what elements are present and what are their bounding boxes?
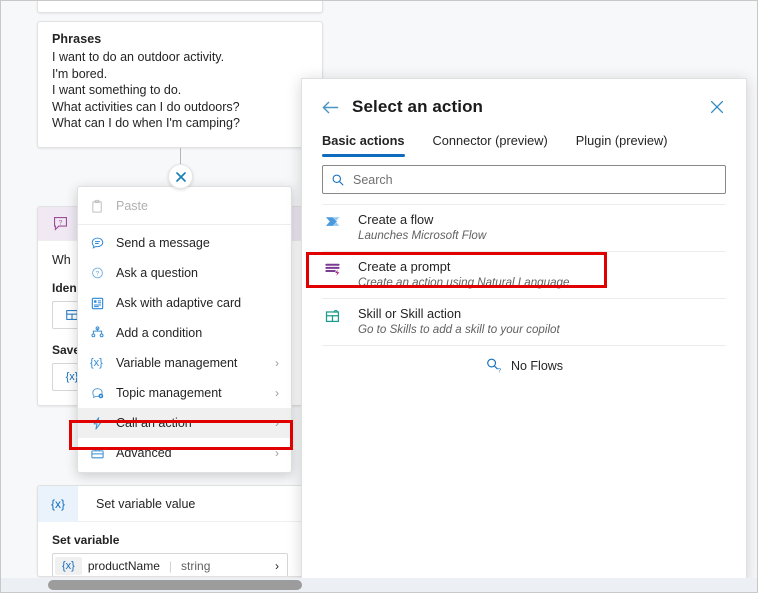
menu-item-label: Topic management [116,386,222,400]
tab-plugin-preview[interactable]: Plugin (preview) [576,133,668,157]
search-icon [331,173,345,187]
menu-item-label: Call an action [116,416,192,430]
panel-header: Select an action [302,79,746,119]
menu-item-advanced[interactable]: Advanced › [78,438,291,468]
phrase-line: What activities can I do outdoors? [52,99,240,114]
variable-selector-field[interactable]: {x} productName | string › [52,553,288,576]
menu-item-add-a-condition[interactable]: Add a condition [78,318,291,348]
field-divider: | [168,559,173,573]
menu-separator [78,224,291,225]
menu-item-label: Ask with adaptive card [116,296,242,310]
chevron-right-icon: › [275,386,279,400]
search-input[interactable] [345,171,717,188]
empty-state-no-flows: ? No Flows [322,345,726,374]
action-title: Skill or Skill action [358,306,462,321]
phrases-node-card[interactable]: Phrases I want to do an outdoor activity… [37,21,323,148]
empty-state-label: No Flows [510,358,564,373]
advanced-toolbox-icon [90,446,116,461]
menu-item-send-a-message[interactable]: Send a message [78,228,291,258]
page-title: Select an action [352,97,484,116]
variable-icon: {x} [55,557,82,575]
condition-branch-icon [90,325,116,341]
paste-icon [90,199,116,214]
chevron-right-icon: › [275,446,279,460]
phrase-line: I want something to do. [52,83,182,97]
edit-link-row[interactable]: Edit [38,0,322,1]
phrase-line: I want to do an outdoor activity. [52,50,225,64]
phrase-line: What can I do when I'm camping? [52,116,240,130]
chevron-right-icon: › [275,416,279,430]
call-action-icon [90,416,116,431]
svg-text:?: ? [96,270,100,277]
menu-item-topic-management[interactable]: Topic management › [78,378,291,408]
tab-label: Connector (preview) [432,133,548,148]
edit-link[interactable]: Edit [208,0,229,1]
back-button[interactable] [318,95,342,119]
tab-connector-preview[interactable]: Connector (preview) [433,133,548,157]
edit-pencil-icon [190,0,202,1]
menu-item-label: Advanced [116,446,172,460]
tab-basic-actions[interactable]: Basic actions [322,133,405,157]
search-area [302,157,746,194]
action-subtitle: Create an action using Natural Language [358,276,570,289]
svg-text:?: ? [58,219,62,226]
action-item-skill-or-skill-action[interactable]: Skill or Skill action Go to Skills to ad… [322,298,726,345]
menu-item-call-an-action[interactable]: Call an action › [78,408,291,438]
phrases-title: Phrases [52,32,102,46]
menu-item-paste[interactable]: Paste [78,191,291,221]
horizontal-scrollbar-track[interactable] [1,578,757,592]
menu-item-variable-management[interactable]: {x} Variable management › [78,348,291,378]
close-icon [710,100,724,114]
chevron-right-icon: › [275,559,279,573]
search-question-icon: ? [485,357,502,374]
adaptive-card-icon [90,296,116,311]
skill-grid-icon [324,306,358,325]
menu-item-label: Paste [116,199,148,213]
menu-item-label: Variable management [116,356,238,370]
menu-item-ask-with-adaptive-card[interactable]: Ask with adaptive card [78,288,291,318]
power-automate-flow-icon [324,212,358,231]
variable-icon: {x} [90,357,103,369]
tab-label: Plugin (preview) [575,133,668,148]
prompt-lines-icon [324,259,358,278]
screenshot-root: Edit Phrases I want to do an outdoor act… [0,0,758,593]
variable-icon: {x} [38,486,78,522]
action-subtitle: Launches Microsoft Flow [358,229,487,242]
select-an-action-panel[interactable]: Select an action Basic actions Connector… [301,78,747,582]
tab-label: Basic actions [322,133,405,148]
search-box[interactable] [322,165,726,194]
set-variable-node-card[interactable]: {x} Set variable value Set variable {x} … [37,485,303,577]
phrase-line: I'm bored. [52,66,108,81]
panel-tabs[interactable]: Basic actions Connector (preview) Plugin… [302,119,746,157]
back-arrow-icon [322,101,338,113]
horizontal-scrollbar-thumb[interactable] [48,580,302,590]
close-node-menu-button[interactable] [168,164,193,189]
set-variable-title: Set variable value [96,496,196,511]
action-subtitle: Go to Skills to add a skill to your copi… [358,323,560,336]
node-context-menu[interactable]: Paste Send a message ? Ask a question As… [77,186,292,473]
menu-item-label: Send a message [116,236,210,250]
trigger-node-card[interactable]: Edit [37,0,323,13]
question-icon: ? [90,266,116,281]
menu-item-label: Add a condition [116,326,203,340]
chevron-right-icon: › [275,356,279,370]
action-title: Create a prompt [358,259,451,274]
close-icon [175,171,186,182]
menu-item-label: Ask a question [116,266,198,280]
message-icon [90,236,116,251]
set-variable-label: Set variable [52,533,120,547]
svg-text:?: ? [498,368,502,374]
menu-item-ask-a-question[interactable]: ? Ask a question [78,258,291,288]
set-variable-body: Set variable {x} productName | string › [38,522,302,576]
topic-icon [90,386,116,401]
variable-name: productName [87,559,160,573]
set-variable-header: {x} Set variable value [38,486,302,522]
action-list[interactable]: Create a flow Launches Microsoft Flow Cr… [302,194,746,374]
variable-type: string [181,559,211,573]
close-panel-button[interactable] [706,96,728,118]
action-item-create-a-prompt[interactable]: Create a prompt Create an action using N… [322,251,726,298]
action-item-create-a-flow[interactable]: Create a flow Launches Microsoft Flow [322,204,726,251]
action-title: Create a flow [358,212,434,227]
question-node-icon: ? [38,215,82,232]
